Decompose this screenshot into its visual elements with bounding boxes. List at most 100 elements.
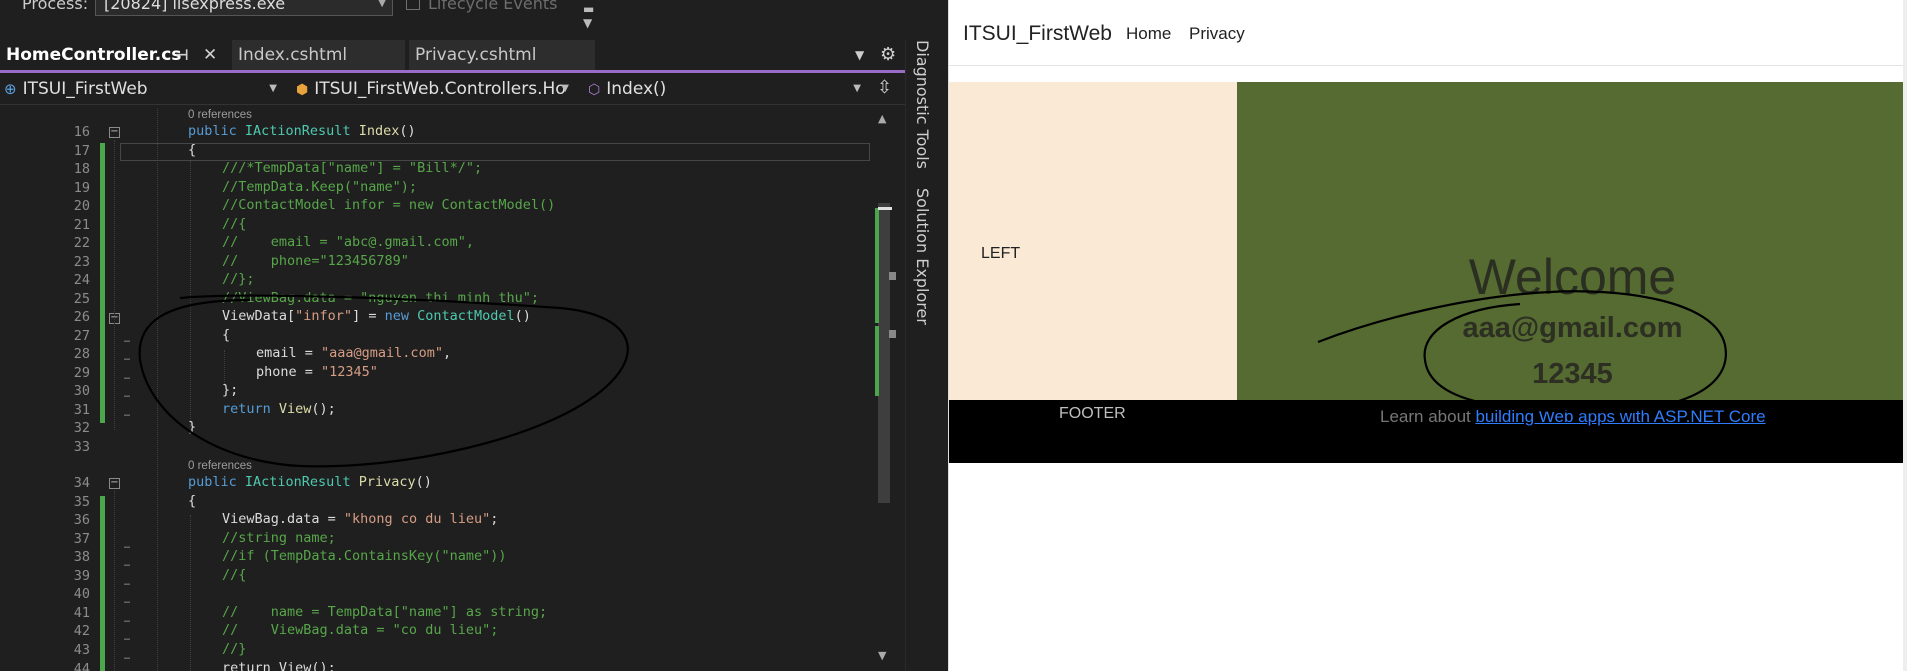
code-line: //} [222,641,247,657]
tab-list-dropdown-icon[interactable]: ▼ [855,48,864,62]
nav-link-privacy[interactable]: Privacy [1189,24,1245,44]
vertical-scrollbar[interactable]: ▲ ▼ [875,108,896,671]
codelens-references[interactable]: 0 references [188,109,252,121]
line-number-gutter: 16 17 18 19 20 21 22 23 24 25 26 27 28 2… [0,108,90,671]
line-number: 33 [73,439,90,455]
code-line: // name = TempData["name"] as string; [222,604,548,620]
code-editor[interactable]: 0 references public IActionResult Index(… [130,108,870,671]
code-line: //ContactModel infor = new ContactModel(… [222,197,556,213]
toolbar-overflow-icon[interactable]: ▬ ▼ [583,2,594,30]
code-line: // ViewBag.data = "co du lieu"; [222,622,499,638]
class-name: ITSUI_FirstWeb.Controllers.Ho [314,79,566,99]
chevron-down-icon: ▼ [561,83,569,94]
footer-label: FOOTER [1059,405,1126,422]
scroll-change-marker [875,326,879,396]
change-indicator [100,496,105,671]
fold-guide [114,491,115,671]
split-view-icon[interactable]: ⇳ [877,77,892,98]
code-line: // phone="123456789" [222,253,409,269]
line-number: 17 [73,143,90,159]
line-number: 22 [73,235,90,251]
line-number: 20 [73,198,90,214]
line-number: 31 [73,402,90,418]
browser-scrollbar[interactable] [1903,0,1907,671]
navbar-brand[interactable]: ITSUI_FirstWeb [963,22,1112,46]
line-number: 27 [73,328,90,344]
footer-link[interactable]: building Web apps with ASP.NET Core [1475,407,1765,426]
line-number: 41 [73,605,90,621]
main-panel: Welcome aaa@gmail.com 12345 [1237,82,1907,400]
code-line: ///*TempData["name"] = "Bill*/"; [222,160,483,176]
chevron-down-icon: ▼ [269,83,277,94]
scroll-down-icon[interactable]: ▼ [878,649,886,662]
line-number: 34 [73,475,90,491]
solution-explorer-tab[interactable]: Solution Explorer [913,188,932,325]
pin-icon[interactable]: ⊣ [175,40,189,70]
class-icon: ⬢ [296,82,309,98]
code-line: //ViewBag.data = "nguyen thi minh thu"; [222,290,539,306]
line-number: 38 [73,549,90,565]
member-dropdown[interactable]: ⬡ Index() ▼ [584,75,869,103]
code-line: //{ [222,216,247,232]
code-line: { [188,142,197,158]
code-line: return View(); [222,401,336,417]
line-number: 39 [73,568,90,584]
line-number: 25 [73,291,90,307]
code-line: //}; [222,271,255,287]
project-name: ITSUI_FirstWeb [22,79,148,99]
nav-link-home[interactable]: Home [1126,24,1171,44]
line-number: 36 [73,512,90,528]
left-panel: LEFT [949,82,1237,400]
ide-window: Process: [20824] iisexpress.exe ▼ Lifecy… [0,0,948,671]
line-number: 42 [73,623,90,639]
code-line: return View(); [222,660,336,671]
footer-prefix: Learn about [1380,407,1476,426]
navigation-bar: ⊕ ITSUI_FirstWeb ▼ ⬢ ITSUI_FirstWeb.Contro… [0,75,905,105]
debug-toolbar: Process: [20824] iisexpress.exe ▼ Lifecy… [0,0,948,30]
process-value: [20824] iisexpress.exe [104,0,286,13]
scroll-up-icon[interactable]: ▲ [878,112,886,125]
collapse-icon[interactable]: − [109,127,120,138]
line-number: 28 [73,346,90,362]
tab-label: HomeController.cs [6,45,182,65]
code-line: { [222,327,231,343]
project-dropdown[interactable]: ⊕ ITSUI_FirstWeb ▼ [0,75,285,103]
code-line: public IActionResult Index() [188,123,416,139]
lifecycle-icon [406,0,420,10]
email-value: aaa@gmail.com [1462,312,1683,344]
scrollbar-thumb[interactable] [878,203,890,503]
line-number: 21 [73,217,90,233]
tab-homecontroller[interactable]: HomeController.cs ⊣ ✕ [0,40,228,70]
code-line: ViewBag.data = "khong co du lieu"; [222,511,499,527]
line-number: 29 [73,365,90,381]
tab-index-cshtml[interactable]: Index.cshtml [232,40,405,70]
gear-icon[interactable]: ⚙ [880,44,896,65]
welcome-heading: Welcome [1468,249,1677,305]
member-name: Index() [606,79,667,99]
collapse-icon[interactable]: − [109,478,120,489]
footer-text: Learn about building Web apps with ASP.N… [1380,407,1766,427]
code-line: ViewData["infor"] = new ContactModel() [222,308,531,324]
line-number: 40 [73,586,90,602]
close-icon[interactable]: ✕ [203,40,217,70]
chevron-down-icon: ▼ [853,83,861,94]
lifecycle-events-button[interactable]: Lifecycle Events [428,0,557,13]
scroll-marker [889,272,896,280]
diagnostic-tools-tab[interactable]: Diagnostic Tools [913,40,932,169]
tab-privacy-cshtml[interactable]: Privacy.cshtml [409,40,595,70]
line-number: 32 [73,420,90,436]
line-number: 43 [73,642,90,658]
line-number: 24 [73,272,90,288]
code-line: //if (TempData.ContainsKey("name")) [222,548,507,564]
tab-label: Index.cshtml [238,45,348,65]
line-number: 35 [73,494,90,510]
line-number: 16 [73,124,90,140]
process-dropdown[interactable]: [20824] iisexpress.exe ▼ [95,0,393,16]
codelens-references[interactable]: 0 references [188,460,252,472]
code-line: } [188,419,197,435]
code-line: //string name; [222,530,336,546]
globe-icon: ⊕ [4,80,17,98]
line-number: 37 [73,531,90,547]
line-number: 19 [73,180,90,196]
class-dropdown[interactable]: ⬢ ITSUI_FirstWeb.Controllers.Ho ▼ [292,75,577,103]
